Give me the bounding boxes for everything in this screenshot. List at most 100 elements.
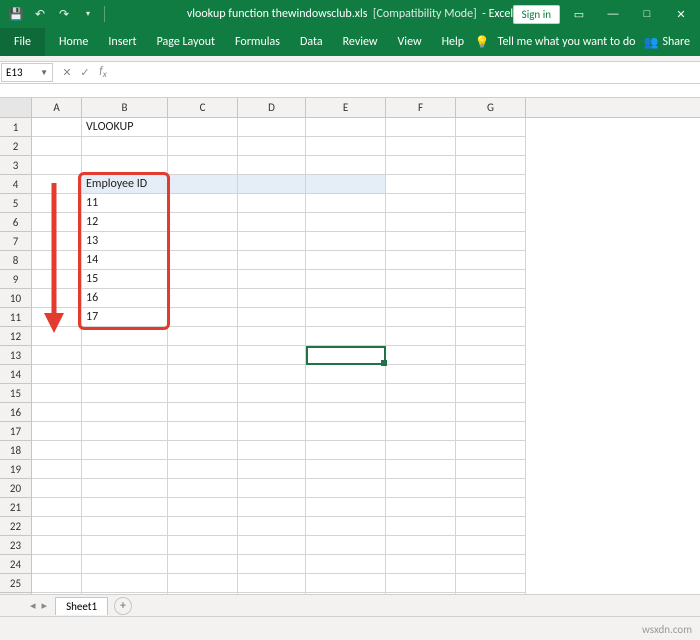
- ribbon-options-icon[interactable]: ▭: [564, 0, 594, 28]
- cell-F3[interactable]: [386, 156, 456, 175]
- row-header[interactable]: 22: [0, 517, 32, 536]
- cell-F8[interactable]: [386, 251, 456, 270]
- cell-A12[interactable]: [32, 327, 82, 346]
- cell-F5[interactable]: [386, 194, 456, 213]
- col-header-B[interactable]: B: [82, 98, 168, 117]
- cell-B15[interactable]: [82, 384, 168, 403]
- cell-C5[interactable]: [168, 194, 238, 213]
- cell-F11[interactable]: [386, 308, 456, 327]
- cell-E4[interactable]: [306, 175, 386, 194]
- formula-input[interactable]: [116, 62, 700, 83]
- cell-G24[interactable]: [456, 555, 526, 574]
- cell-G19[interactable]: [456, 460, 526, 479]
- cell-C25[interactable]: [168, 574, 238, 593]
- undo-icon[interactable]: ↶: [32, 6, 48, 22]
- cell-B18[interactable]: [82, 441, 168, 460]
- redo-icon[interactable]: ↷: [56, 6, 72, 22]
- cell-F6[interactable]: [386, 213, 456, 232]
- cell-F24[interactable]: [386, 555, 456, 574]
- cell-C22[interactable]: [168, 517, 238, 536]
- cell-E7[interactable]: [306, 232, 386, 251]
- cell-D10[interactable]: [238, 289, 306, 308]
- cell-C19[interactable]: [168, 460, 238, 479]
- cell-F2[interactable]: [386, 137, 456, 156]
- sheet-tab-sheet1[interactable]: Sheet1: [55, 597, 108, 615]
- cell-A16[interactable]: [32, 403, 82, 422]
- cell-F23[interactable]: [386, 536, 456, 555]
- tab-insert[interactable]: Insert: [98, 28, 146, 56]
- qat-customize-icon[interactable]: ▾: [80, 6, 96, 22]
- row-header[interactable]: 10: [0, 289, 32, 308]
- cell-B2[interactable]: [82, 137, 168, 156]
- cell-A7[interactable]: [32, 232, 82, 251]
- cell-A18[interactable]: [32, 441, 82, 460]
- cell-B1[interactable]: VLOOKUP: [82, 118, 168, 137]
- row-header[interactable]: 18: [0, 441, 32, 460]
- tab-view[interactable]: View: [388, 28, 432, 56]
- cell-A21[interactable]: [32, 498, 82, 517]
- cell-F14[interactable]: [386, 365, 456, 384]
- cell-G22[interactable]: [456, 517, 526, 536]
- cell-A10[interactable]: [32, 289, 82, 308]
- cell-B19[interactable]: [82, 460, 168, 479]
- cell-B7[interactable]: 13: [82, 232, 168, 251]
- cell-D15[interactable]: [238, 384, 306, 403]
- cell-A19[interactable]: [32, 460, 82, 479]
- cell-B3[interactable]: [82, 156, 168, 175]
- cell-F18[interactable]: [386, 441, 456, 460]
- cell-D17[interactable]: [238, 422, 306, 441]
- row-header[interactable]: 9: [0, 270, 32, 289]
- cell-E17[interactable]: [306, 422, 386, 441]
- cell-A15[interactable]: [32, 384, 82, 403]
- cell-C11[interactable]: [168, 308, 238, 327]
- row-header[interactable]: 16: [0, 403, 32, 422]
- cell-A11[interactable]: [32, 308, 82, 327]
- cell-F21[interactable]: [386, 498, 456, 517]
- cell-G15[interactable]: [456, 384, 526, 403]
- cell-C20[interactable]: [168, 479, 238, 498]
- cell-A8[interactable]: [32, 251, 82, 270]
- cell-A20[interactable]: [32, 479, 82, 498]
- cell-E23[interactable]: [306, 536, 386, 555]
- row-header[interactable]: 3: [0, 156, 32, 175]
- cell-B4[interactable]: Employee ID: [82, 175, 168, 194]
- cell-D13[interactable]: [238, 346, 306, 365]
- cell-F7[interactable]: [386, 232, 456, 251]
- cell-E9[interactable]: [306, 270, 386, 289]
- row-header[interactable]: 11: [0, 308, 32, 327]
- cell-G21[interactable]: [456, 498, 526, 517]
- cell-B12[interactable]: [82, 327, 168, 346]
- cell-G9[interactable]: [456, 270, 526, 289]
- cell-C17[interactable]: [168, 422, 238, 441]
- cell-C9[interactable]: [168, 270, 238, 289]
- cell-G5[interactable]: [456, 194, 526, 213]
- col-header-D[interactable]: D: [238, 98, 306, 117]
- cell-A14[interactable]: [32, 365, 82, 384]
- row-header[interactable]: 12: [0, 327, 32, 346]
- cell-C13[interactable]: [168, 346, 238, 365]
- cell-C6[interactable]: [168, 213, 238, 232]
- tab-data[interactable]: Data: [290, 28, 333, 56]
- cell-A9[interactable]: [32, 270, 82, 289]
- cell-C3[interactable]: [168, 156, 238, 175]
- cell-F20[interactable]: [386, 479, 456, 498]
- tab-review[interactable]: Review: [333, 28, 388, 56]
- cell-C23[interactable]: [168, 536, 238, 555]
- cell-F19[interactable]: [386, 460, 456, 479]
- cell-G18[interactable]: [456, 441, 526, 460]
- cell-E19[interactable]: [306, 460, 386, 479]
- cell-C10[interactable]: [168, 289, 238, 308]
- cell-C24[interactable]: [168, 555, 238, 574]
- cell-C18[interactable]: [168, 441, 238, 460]
- row-header[interactable]: 19: [0, 460, 32, 479]
- cell-B17[interactable]: [82, 422, 168, 441]
- cell-B14[interactable]: [82, 365, 168, 384]
- cell-D16[interactable]: [238, 403, 306, 422]
- cell-B13[interactable]: [82, 346, 168, 365]
- cell-F25[interactable]: [386, 574, 456, 593]
- cell-B21[interactable]: [82, 498, 168, 517]
- row-header[interactable]: 24: [0, 555, 32, 574]
- row-header[interactable]: 4: [0, 175, 32, 194]
- cell-G23[interactable]: [456, 536, 526, 555]
- cell-A17[interactable]: [32, 422, 82, 441]
